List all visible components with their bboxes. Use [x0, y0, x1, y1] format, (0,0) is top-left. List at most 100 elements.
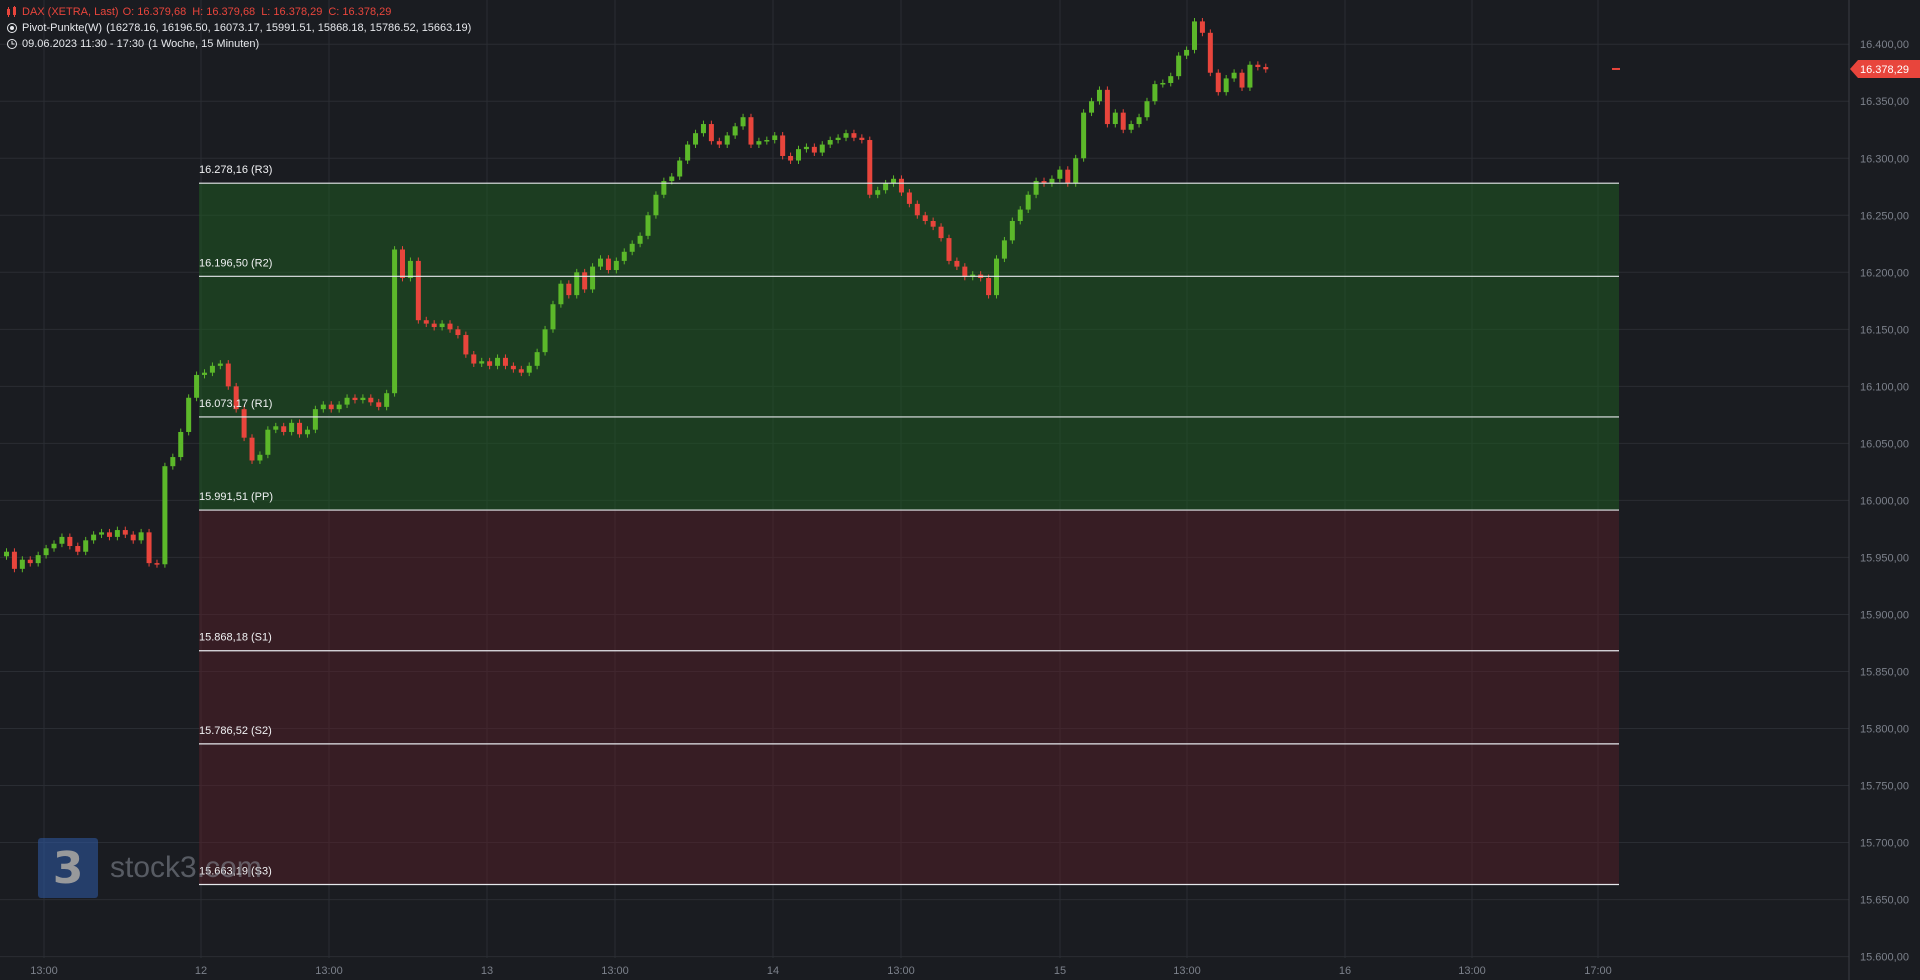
- candle-body: [423, 320, 429, 324]
- candle-body: [748, 117, 754, 145]
- candle-body: [83, 540, 89, 552]
- candlestick-icon: [7, 6, 16, 17]
- candle-body: [566, 283, 572, 296]
- candle-body: [471, 354, 477, 364]
- x-tick-label: 13:00: [1173, 965, 1201, 977]
- indicator-row[interactable]: Pivot-Punkte(W) (16278.16, 16196.50, 160…: [6, 22, 471, 34]
- candle-body: [1223, 78, 1229, 93]
- y-tick-label: 15.750,00: [1860, 781, 1909, 793]
- candle-body: [724, 135, 730, 145]
- x-tick-label: 13:00: [315, 965, 343, 977]
- candle-body: [415, 260, 421, 321]
- candle-body: [653, 194, 659, 216]
- candle-body: [550, 304, 556, 330]
- candle-body: [360, 397, 366, 401]
- y-tick-label: 16.250,00: [1860, 210, 1909, 222]
- candle-body: [986, 278, 992, 296]
- timeframe-period: (1 Woche, 15 Minuten): [148, 38, 260, 50]
- candle-body: [328, 404, 334, 410]
- candle-body: [859, 137, 865, 141]
- candle-body: [1120, 112, 1126, 130]
- candle-body: [1089, 101, 1095, 113]
- candle-body: [598, 258, 603, 267]
- candle-body: [1025, 194, 1031, 210]
- candle-body: [1231, 72, 1237, 79]
- candle-body: [716, 141, 722, 145]
- candle-body: [922, 215, 928, 221]
- candle-body: [542, 329, 548, 353]
- candle-body: [495, 357, 501, 366]
- candle-body: [558, 283, 564, 305]
- y-tick-label: 15.900,00: [1860, 609, 1909, 621]
- price-chart[interactable]: 16.400,00 16.350,00 16.300,00 16.250,00 16.2…: [0, 0, 1920, 980]
- candle-body: [629, 243, 635, 252]
- candle-body: [162, 466, 168, 565]
- candle-body: [803, 146, 809, 150]
- x-tick-label: 12: [195, 965, 207, 977]
- candle-body: [1128, 124, 1134, 130]
- candle-body: [114, 530, 120, 537]
- candle-body: [946, 238, 952, 261]
- candle-body: [154, 563, 160, 565]
- candle-body: [1255, 64, 1261, 68]
- candle-body: [819, 144, 825, 153]
- candle-body: [756, 141, 762, 145]
- x-tick-label: 16: [1339, 965, 1351, 977]
- candle-body: [1144, 101, 1150, 118]
- candle-body: [344, 397, 350, 405]
- candle-body: [75, 546, 81, 552]
- candle-body: [851, 133, 857, 138]
- x-tick-label: 15: [1054, 965, 1066, 977]
- pivot-label: 16.278,16 (R3): [199, 164, 272, 176]
- ohlc-values: O: 16.379,68 H: 16.379,68 L: 16.378,29 C: 1…: [122, 6, 392, 18]
- candle-body: [249, 437, 255, 461]
- candle-body: [1160, 82, 1166, 85]
- timeframe-row[interactable]: 09.06.2023 11:30 - 17:30 (1 Woche, 15 Mi…: [6, 38, 259, 50]
- candle-body: [312, 409, 318, 430]
- candle-body: [700, 124, 706, 134]
- y-tick-label: 15.650,00: [1860, 895, 1909, 907]
- candle-body: [796, 149, 801, 161]
- candle-body: [898, 178, 904, 193]
- x-tick-label: 13: [481, 965, 493, 977]
- candle-body: [708, 124, 714, 142]
- candle-body: [526, 365, 532, 373]
- y-tick-label: 16.100,00: [1860, 381, 1909, 393]
- pivot-label: 16.196,50 (R2): [199, 257, 272, 269]
- candle-body: [431, 323, 437, 328]
- candle-body: [202, 372, 207, 375]
- candle-body: [186, 397, 192, 432]
- candle-body: [1096, 89, 1102, 102]
- candle-body: [194, 374, 200, 398]
- candle-body: [669, 176, 675, 182]
- candle-body: [4, 551, 9, 557]
- x-tick-label: 13:00: [30, 965, 58, 977]
- candle-body: [732, 126, 738, 136]
- candle-body: [304, 429, 310, 435]
- candle-body: [906, 192, 912, 204]
- candle-body: [225, 363, 231, 387]
- candle-body: [59, 536, 65, 544]
- candle-body: [392, 249, 398, 394]
- candle-body: [811, 146, 817, 153]
- candle-body: [883, 183, 889, 191]
- candle-body: [1176, 55, 1182, 77]
- y-tick-label: 16.300,00: [1860, 153, 1909, 165]
- candle-body: [637, 235, 643, 244]
- target-icon: [7, 23, 17, 33]
- candle-body: [463, 335, 469, 355]
- pivot-label: 16.073,17 (R1): [199, 398, 272, 410]
- pivot-label: 15.868,18 (S1): [199, 632, 272, 644]
- candle-body: [376, 402, 382, 407]
- candle-body: [43, 548, 49, 556]
- candle-body: [1073, 158, 1079, 184]
- candle-body: [122, 530, 128, 535]
- logo-mark: 3: [38, 838, 98, 898]
- candle-body: [1152, 84, 1158, 102]
- timeframe-range: 09.06.2023 11:30 - 17:30: [22, 38, 145, 50]
- candle-body: [51, 543, 57, 549]
- candle-body: [1017, 209, 1023, 221]
- indicator-values: (16278.16, 16196.50, 16073.17, 15991.51,…: [106, 22, 472, 34]
- candle-body: [1215, 72, 1221, 93]
- resistance-zone: [199, 183, 1619, 511]
